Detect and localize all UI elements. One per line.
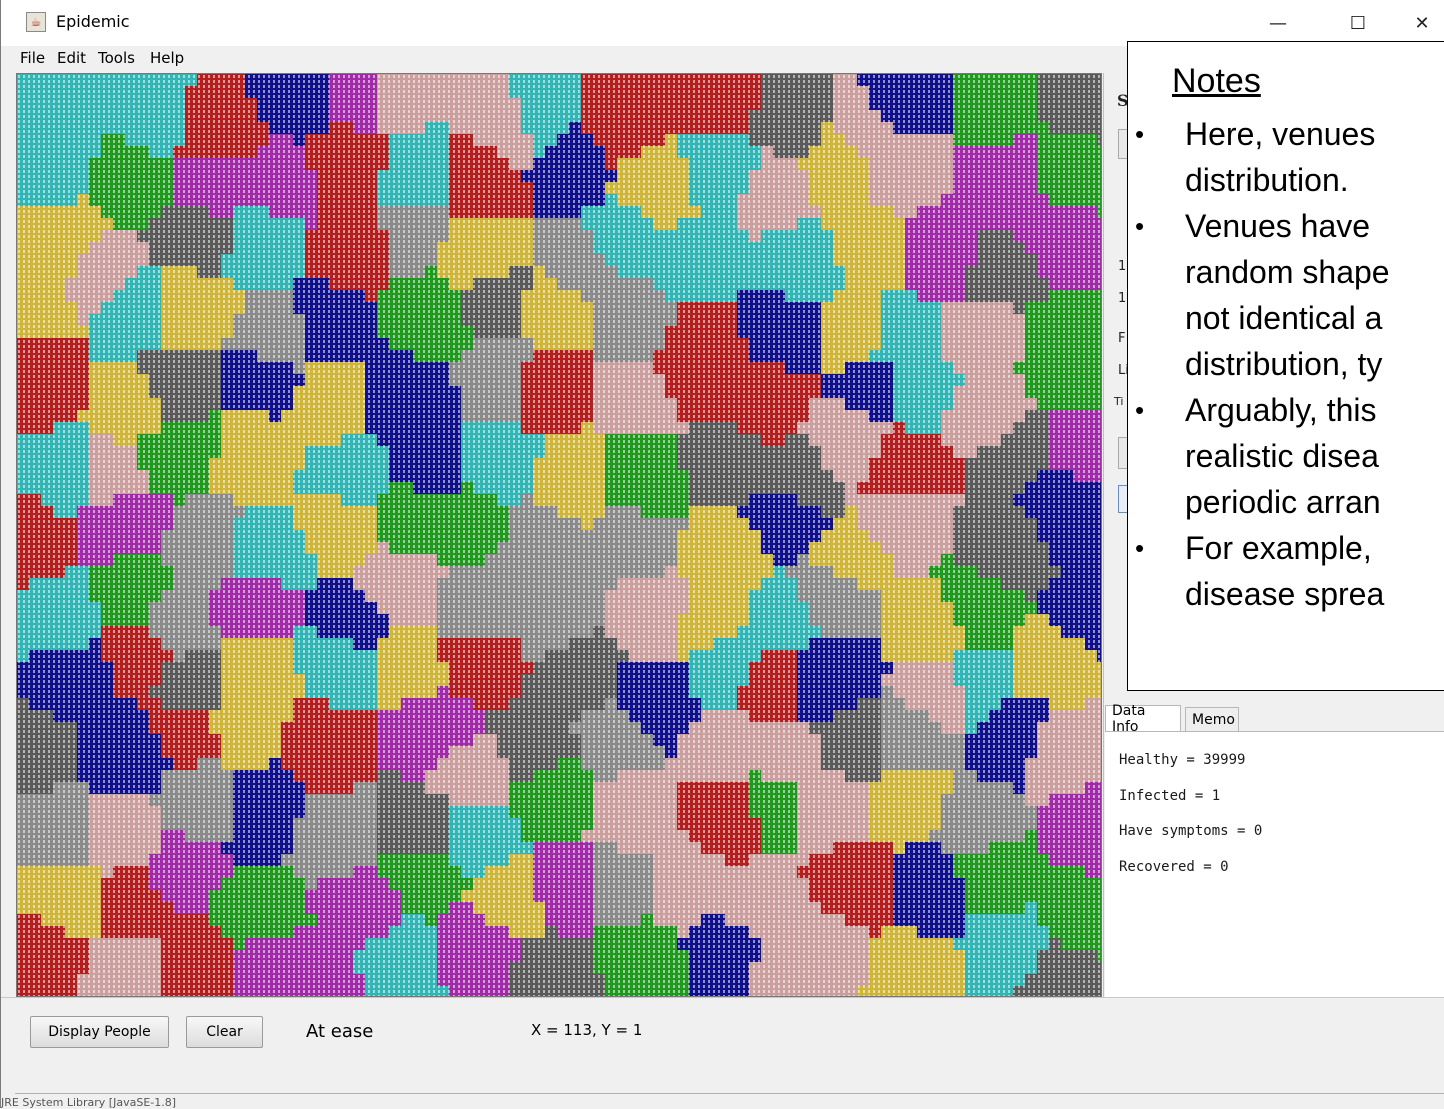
- maximize-button[interactable]: ☐: [1327, 0, 1389, 46]
- note-line: random shape: [1185, 254, 1390, 291]
- bullet-icon: •: [1135, 119, 1144, 150]
- data-info-panel: Healthy = 39999 Infected = 1 Have sympto…: [1105, 731, 1444, 998]
- note-line: Here, venues: [1185, 116, 1375, 153]
- note-line: distribution.: [1185, 162, 1349, 199]
- panel-tab-ti[interactable]: Ti: [1114, 395, 1123, 408]
- healthy-count: Healthy = 39999: [1119, 752, 1245, 768]
- menu-tools[interactable]: Tools: [98, 49, 135, 67]
- simulation-grid[interactable]: [16, 73, 1102, 997]
- note-line: Arguably, this: [1185, 392, 1377, 429]
- bottom-toolbar: Display People Clear At ease X = 113, Y …: [1, 997, 1444, 1109]
- display-people-button[interactable]: Display People: [30, 1016, 169, 1048]
- note-line: not identical a: [1185, 300, 1382, 337]
- note-line: realistic disea: [1185, 438, 1379, 475]
- clear-button[interactable]: Clear: [186, 1016, 263, 1048]
- notes-callout: Notes • Here, venues distribution. • Ven…: [1127, 41, 1444, 691]
- people-dots-overlay: [17, 74, 1102, 997]
- tab-data-info[interactable]: Data Info: [1105, 705, 1181, 731]
- window-title: Epidemic: [56, 12, 130, 31]
- panel-label-f: F: [1118, 331, 1125, 346]
- minimize-button[interactable]: —: [1247, 0, 1309, 46]
- note-line: Venues have: [1185, 208, 1370, 245]
- recovered-count: Recovered = 0: [1119, 859, 1229, 875]
- cursor-coordinates: X = 113, Y = 1: [531, 1021, 642, 1039]
- bullet-icon: •: [1135, 533, 1144, 564]
- venue-map[interactable]: [17, 74, 1102, 997]
- note-line: distribution, ty: [1185, 346, 1382, 383]
- status-divider: [15, 1093, 1444, 1094]
- menu-file[interactable]: File: [20, 49, 45, 67]
- status-text: At ease: [306, 1021, 373, 1042]
- status-bar: JRE System Library [JavaSE-1.8]: [1, 1096, 321, 1108]
- note-line: periodic arran: [1185, 484, 1381, 521]
- notes-heading: Notes: [1172, 62, 1261, 101]
- infected-count: Infected = 1: [1119, 788, 1220, 804]
- symptoms-count: Have symptoms = 0: [1119, 823, 1262, 839]
- java-cup-icon: ☕: [26, 12, 46, 32]
- menu-edit[interactable]: Edit: [57, 49, 86, 67]
- bullet-icon: •: [1135, 211, 1144, 242]
- note-line: disease sprea: [1185, 576, 1384, 613]
- tab-memo[interactable]: Memo: [1185, 707, 1239, 731]
- note-line: For example,: [1185, 530, 1372, 567]
- close-button[interactable]: ✕: [1391, 0, 1444, 46]
- title-bar: ☕ Epidemic — ☐ ✕: [1, 0, 1444, 46]
- menu-help[interactable]: Help: [150, 49, 184, 67]
- bullet-icon: •: [1135, 395, 1144, 426]
